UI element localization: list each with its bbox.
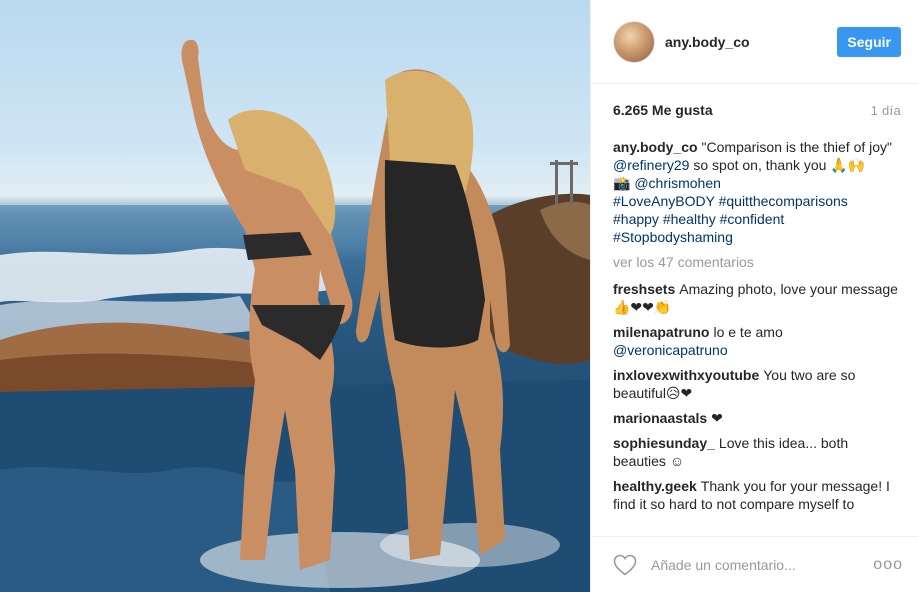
add-comment-input[interactable]: [649, 555, 874, 574]
comments-list: any.body_co "Comparison is the thief of j…: [591, 136, 919, 532]
more-options-icon[interactable]: ooo: [873, 556, 903, 574]
likes-count[interactable]: 6.265 Me gusta: [613, 102, 713, 118]
comment-user[interactable]: freshsets: [613, 281, 675, 297]
caption-line-3: 📸 @chrismohen: [613, 174, 901, 192]
post-photo[interactable]: [0, 0, 590, 592]
comment-user[interactable]: marionaastals: [613, 410, 707, 426]
hashtags-line-2[interactable]: #happy #healthy #confident: [613, 210, 901, 228]
caption-author[interactable]: any.body_co: [613, 139, 698, 155]
post-stats: 6.265 Me gusta 1 día: [591, 84, 919, 136]
list-item: inxlovexwithxyoutube You two are so beaut…: [613, 366, 901, 402]
caption-thanks: so spot on, thank you 🙏🙌: [689, 157, 866, 173]
comment-text: lo e te amo: [713, 324, 783, 340]
caption-quote: "Comparison is the thief of joy": [701, 139, 893, 155]
camera-icon: 📸: [613, 175, 635, 191]
comment-mention[interactable]: @veronicapatruno: [613, 341, 901, 359]
beach-photo-illustration: [0, 39, 590, 592]
post-header: any.body_co Seguir: [591, 0, 919, 84]
list-item: milenapatruno lo e te amo @veronicapatrun…: [613, 323, 901, 359]
list-item: healthy.geek Thank you for your message! …: [613, 477, 901, 513]
post-username[interactable]: any.body_co: [665, 34, 837, 50]
avatar[interactable]: [613, 20, 655, 63]
comment-user[interactable]: sophiesunday_: [613, 435, 715, 451]
post-time[interactable]: 1 día: [871, 103, 901, 118]
view-all-comments-link[interactable]: ver los 47 comentarios: [613, 253, 901, 271]
hashtags-line-1[interactable]: #LoveAnyBODY #quitthecomparisons: [613, 192, 901, 210]
comment-footer: ooo: [591, 536, 919, 592]
mention-refinery29[interactable]: @refinery29: [613, 157, 689, 173]
list-item: sophiesunday_ Love this idea... both beau…: [613, 434, 901, 470]
comment-user[interactable]: healthy.geek: [613, 478, 697, 494]
list-item: marionaastals ❤: [613, 409, 901, 427]
hashtags-line-3[interactable]: #Stopbodyshaming: [613, 228, 901, 246]
list-item: freshsets Amazing photo, love your messag…: [613, 280, 901, 316]
comment-text: ❤: [711, 410, 723, 426]
caption-line-2: @refinery29 so spot on, thank you 🙏🙌: [613, 156, 901, 174]
comment-user[interactable]: milenapatruno: [613, 324, 709, 340]
follow-button[interactable]: Seguir: [837, 26, 901, 57]
heart-icon[interactable]: [613, 554, 637, 576]
comment-user[interactable]: inxlovexwithxyoutube: [613, 367, 759, 383]
caption: any.body_co "Comparison is the thief of j…: [613, 138, 901, 246]
mention-chrismohen[interactable]: @chrismohen: [634, 175, 721, 191]
post-details-panel: any.body_co Seguir 6.265 Me gusta 1 día …: [590, 0, 919, 592]
